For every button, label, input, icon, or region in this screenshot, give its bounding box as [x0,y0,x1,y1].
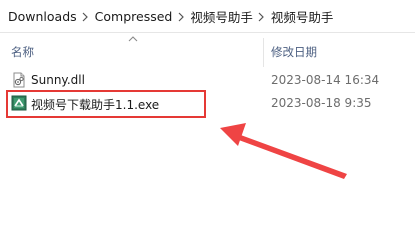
file-modified-date: 2023-08-14 16:34 [271,73,380,87]
column-divider[interactable] [263,38,264,67]
file-explorer-window: Downloads Compressed 视频号助手 视频号助手 名称 修改日期 [0,0,415,203]
breadcrumb-item-downloads[interactable]: Downloads [8,9,77,24]
chevron-right-icon[interactable] [77,9,95,24]
breadcrumb-item-compressed[interactable]: Compressed [95,9,173,24]
dll-file-icon [13,72,25,88]
breadcrumb[interactable]: Downloads Compressed 视频号助手 视频号助手 [0,0,415,33]
file-modified-date: 2023-08-18 9:35 [271,96,372,110]
chevron-right-icon[interactable] [253,9,271,24]
sort-ascending-icon [128,36,138,42]
file-name: Sunny.dll [31,73,85,87]
list-item[interactable]: Sunny.dll 2023-08-14 16:34 [0,69,415,91]
column-header-modified[interactable]: 修改日期 [271,44,317,60]
breadcrumb-item-folder-2[interactable]: 视频号助手 [271,7,334,26]
file-name: 视频号下载助手1.1.exe [31,98,160,112]
chevron-right-icon[interactable] [172,9,190,24]
column-header-name[interactable]: 名称 [11,44,34,60]
list-item[interactable]: 视频号下载助手1.1.exe 2023-08-18 9:35 [0,92,415,114]
exe-app-icon [11,95,27,111]
column-header-row: 名称 修改日期 [0,33,415,67]
breadcrumb-item-folder-1[interactable]: 视频号助手 [190,7,253,26]
